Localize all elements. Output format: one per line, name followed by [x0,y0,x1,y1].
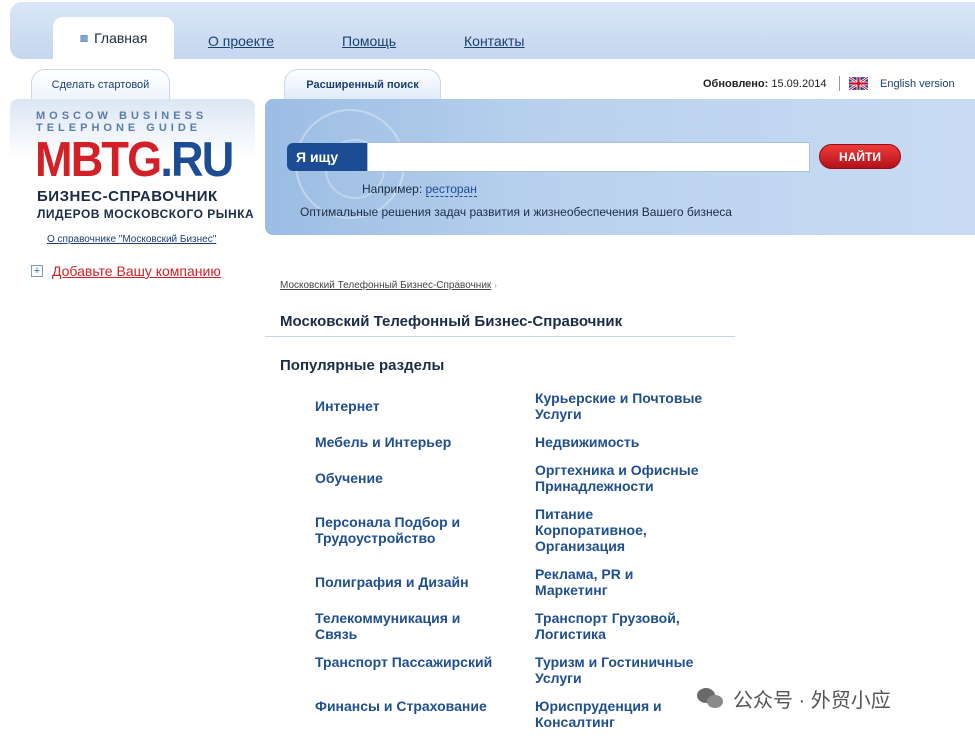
category-link[interactable]: Питание Корпоративное, Организация [535,506,685,554]
tab-home[interactable]: ▩ Главная [53,17,174,59]
add-company[interactable]: + Добавьте Вашу компанию [31,263,221,279]
section-title: Популярные разделы [280,357,445,374]
search-input[interactable] [367,142,810,172]
category-link[interactable]: Оргтехника и Офисные Принадлежности [535,462,730,494]
logo-tagline-1: MOSCOW BUSINESS [36,110,208,122]
advanced-search-tab[interactable]: Расширенный поиск [284,69,441,100]
add-company-link[interactable]: Добавьте Вашу компанию [52,263,221,279]
example-prefix: Например: [362,182,423,196]
updated-label: Обновлено: [703,78,769,90]
category-link[interactable]: Персонала Подбор и Трудоустройство [315,514,505,546]
divider [265,336,735,337]
category-link[interactable]: Туризм и Гостиничные Услуги [535,654,730,686]
category-link[interactable]: Обучение [315,470,505,486]
category-link[interactable]: Курьерские и Почтовые Услуги [535,390,730,422]
search-example: Например: ресторан [362,182,477,197]
make-start-page-tab[interactable]: Сделать стартовой [31,69,170,99]
search-button[interactable]: НАЙТИ [819,144,901,169]
uk-flag-icon[interactable] [849,77,868,90]
divider [839,76,840,91]
bullet-icon: ▩ [79,32,89,43]
category-link[interactable]: Мебель и Интерьер [315,434,505,450]
tab-home-label: Главная [94,30,148,46]
breadcrumb-link[interactable]: Московский Телефонный Бизнес-Справочник [280,280,491,291]
search-label: Я ищу [287,143,375,171]
example-link[interactable]: ресторан [425,182,477,197]
logo-subtitle-1: БИЗНЕС-СПРАВОЧНИК [37,188,218,205]
updated-date: 15.09.2014 [771,78,827,90]
slogan: Оптимальные решения задач развития и жиз… [300,205,732,219]
logo-main-blue: .RU [160,133,234,187]
category-link[interactable]: Финансы и Страхование [315,698,505,714]
page-title: Московский Телефонный Бизнес-Справочник [280,313,623,330]
breadcrumb: Московский Телефонный Бизнес-Справочник › [280,280,497,291]
updated-info: Обновлено: 15.09.2014 [703,78,826,90]
category-link[interactable]: Транспорт Грузовой, Логистика [535,610,730,642]
plus-icon[interactable]: + [31,265,43,277]
category-link[interactable]: Полиграфия и Дизайн [315,574,505,590]
category-link[interactable]: Телекоммуникация и Связь [315,610,505,642]
logo[interactable]: MBTG.RU [35,133,234,187]
category-link[interactable]: Интернет [315,398,505,414]
logo-subtitle-2: ЛИДЕРОВ МОСКОВСКОГО РЫНКА [37,207,255,221]
wechat-icon [697,687,725,710]
chevron-right-icon: › [494,281,497,290]
logo-main-red: MBTG [35,133,162,187]
watermark-text: 公众号 · 外贸小应 [733,690,891,712]
nav-help-link[interactable]: Помощь [342,33,396,49]
about-guide-link[interactable]: О справочнике "Московский Бизнес" [47,234,216,245]
english-version-link[interactable]: English version [880,78,955,90]
nav-contacts-link[interactable]: Контакты [464,33,524,49]
category-link[interactable]: Недвижимость [535,434,730,450]
category-link[interactable]: Транспорт Пассажирский [315,654,505,670]
category-link[interactable]: Реклама, PR и Маркетинг [535,566,665,598]
watermark: 公众号 · 外贸小应 [697,684,891,713]
nav-about-link[interactable]: О проекте [208,33,274,49]
